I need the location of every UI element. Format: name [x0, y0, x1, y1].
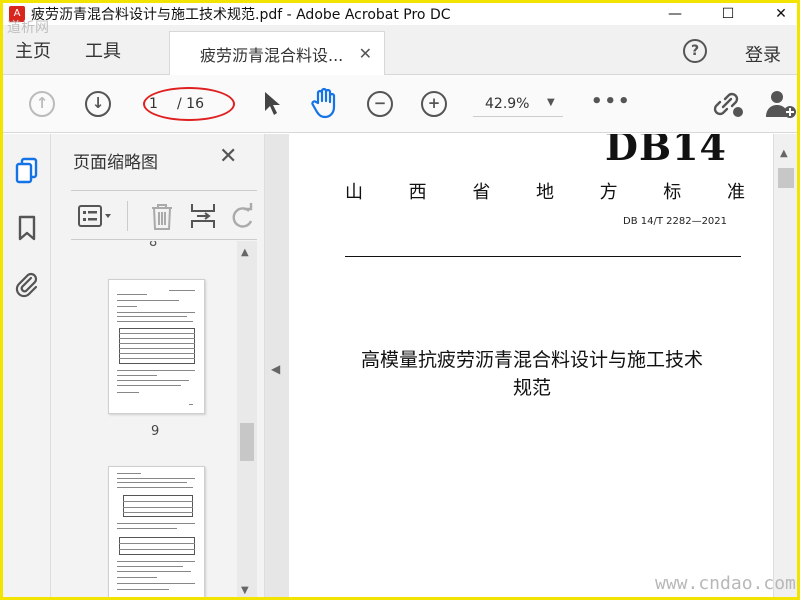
document-title-line: 高模量抗疲劳沥青混合料设计与施工技术 — [360, 349, 703, 371]
thumbnail-options-icon[interactable] — [77, 204, 113, 228]
province-char: 山 — [345, 182, 363, 203]
chevron-left-icon[interactable]: ◀ — [271, 362, 280, 376]
page-number-highlight — [143, 87, 235, 121]
help-icon[interactable]: ? — [683, 39, 707, 63]
panel-toolbar — [71, 190, 257, 240]
zoom-out-icon[interactable]: − — [367, 91, 393, 117]
delete-icon[interactable] — [149, 201, 175, 231]
share-link-icon[interactable] — [711, 89, 745, 119]
province-char: 省 — [472, 182, 491, 203]
page-thumbnails-icon[interactable] — [13, 156, 41, 184]
province-char: 地 — [535, 182, 554, 203]
province-char: 标 — [663, 182, 682, 203]
document-view: DB14 山 西 省 地 方 标 准 DB 14/T 2282—2021 高模量… — [289, 134, 773, 597]
panel-collapse-handle[interactable]: ◀ — [265, 134, 289, 597]
standard-number: DB 14/T 2282—2021 — [623, 216, 728, 227]
home-tab[interactable]: 主页 — [15, 37, 51, 63]
login-button[interactable]: 登录 — [745, 41, 781, 67]
window-title: 疲劳沥青混合料设计与施工技术规范.pdf - Adobe Acrobat Pro… — [31, 7, 451, 23]
title-bar: A 疲劳沥青混合料设计与施工技术规范.pdf - Adobe Acrobat P… — [3, 3, 797, 25]
toolbar: ↑ ↓ 1 / 16 − + 42.9% ▼ ••• — [3, 75, 797, 133]
next-page-icon[interactable]: ↓ — [85, 91, 111, 117]
maximize-button[interactable]: ☐ — [708, 3, 748, 25]
province-char: 方 — [599, 182, 618, 203]
scroll-down-icon[interactable]: ▼ — [241, 585, 249, 596]
zoom-dropdown[interactable]: 42.9% ▼ — [473, 91, 563, 117]
tools-tab[interactable]: 工具 — [85, 37, 121, 63]
zoom-value: 42.9% — [485, 96, 530, 112]
page-thumbnail[interactable] — [108, 279, 205, 414]
scroll-up-icon[interactable]: ▲ — [241, 247, 249, 258]
bookmark-icon[interactable] — [13, 214, 41, 242]
zoom-in-icon[interactable]: + — [421, 91, 447, 117]
document-title-line: 规范 — [512, 377, 551, 399]
thumbnails-panel: 页面缩略图 ✕ 8 9 ▲ ▼ — [51, 134, 265, 597]
hand-tool-icon[interactable] — [309, 87, 339, 119]
thumbnail-label: 8 — [149, 241, 158, 250]
panel-title: 页面缩略图 — [73, 153, 158, 173]
province-char: 准 — [726, 182, 745, 203]
extract-pages-icon[interactable] — [189, 201, 217, 231]
thumbnail-list: 8 9 — [51, 241, 237, 597]
watermark: 道析网 — [7, 20, 49, 36]
document-scrollbar[interactable]: ▲ — [773, 134, 797, 597]
close-window-button[interactable]: ✕ — [761, 3, 797, 25]
standard-code: DB14 — [605, 134, 727, 169]
document-tab[interactable]: 疲劳沥青混合料设... ✕ — [169, 31, 385, 75]
paperclip-icon[interactable] — [13, 270, 41, 298]
thumbnail-label: 9 — [151, 424, 160, 439]
minimize-button[interactable]: — — [655, 3, 695, 25]
menu-bar: 主页 工具 疲劳沥青混合料设... ✕ ? 登录 — [3, 25, 797, 75]
rotate-icon[interactable] — [231, 203, 255, 231]
left-rail — [3, 134, 51, 597]
select-cursor-icon[interactable] — [263, 91, 281, 117]
add-user-icon[interactable] — [765, 89, 797, 119]
province-heading: 山 西 省 地 方 标 准 — [345, 178, 745, 204]
scrollbar-thumb[interactable] — [240, 423, 254, 461]
app-window: A 疲劳沥青混合料设计与施工技术规范.pdf - Adobe Acrobat P… — [0, 0, 800, 600]
watermark: www.cndao.com — [655, 573, 796, 594]
toolbar-divider — [127, 201, 128, 231]
previous-page-icon[interactable]: ↑ — [29, 91, 55, 117]
scrollbar-thumb[interactable] — [778, 168, 794, 188]
close-panel-icon[interactable]: ✕ — [219, 144, 237, 169]
document-tab-label: 疲劳沥青混合料设... — [200, 45, 344, 65]
scroll-up-icon[interactable]: ▲ — [780, 148, 788, 159]
more-tools-icon[interactable]: ••• — [591, 91, 632, 112]
chevron-down-icon: ▼ — [547, 97, 555, 108]
page-thumbnail[interactable] — [108, 466, 205, 597]
panel-scrollbar[interactable]: ▲ ▼ — [237, 241, 257, 597]
divider — [345, 256, 741, 257]
close-tab-icon[interactable]: ✕ — [359, 44, 372, 63]
document-title: 高模量抗疲劳沥青混合料设计与施工技术 规范 — [329, 346, 735, 402]
province-char: 西 — [408, 182, 427, 203]
